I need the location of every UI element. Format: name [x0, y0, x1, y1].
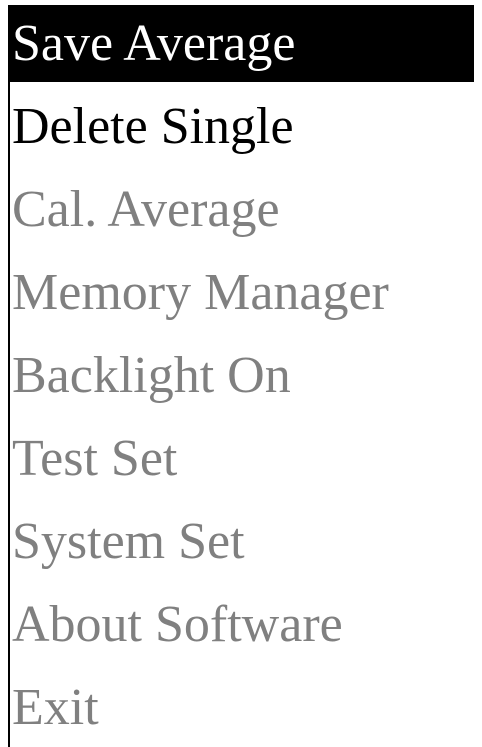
menu-item-memory-manager[interactable]: Memory Manager [10, 254, 474, 331]
menu-item-save-average[interactable]: Save Average [10, 5, 474, 82]
menu-item-test-set[interactable]: Test Set [10, 420, 474, 497]
menu-item-system-set[interactable]: System Set [10, 503, 474, 580]
options-menu: Save Average Delete Single Cal. Average … [8, 5, 474, 747]
menu-item-backlight-on[interactable]: Backlight On [10, 337, 474, 414]
menu-item-delete-single[interactable]: Delete Single [10, 88, 474, 165]
menu-item-cal-average[interactable]: Cal. Average [10, 171, 474, 248]
menu-item-exit[interactable]: Exit [10, 669, 474, 746]
menu-item-about-software[interactable]: About Software [10, 586, 474, 663]
